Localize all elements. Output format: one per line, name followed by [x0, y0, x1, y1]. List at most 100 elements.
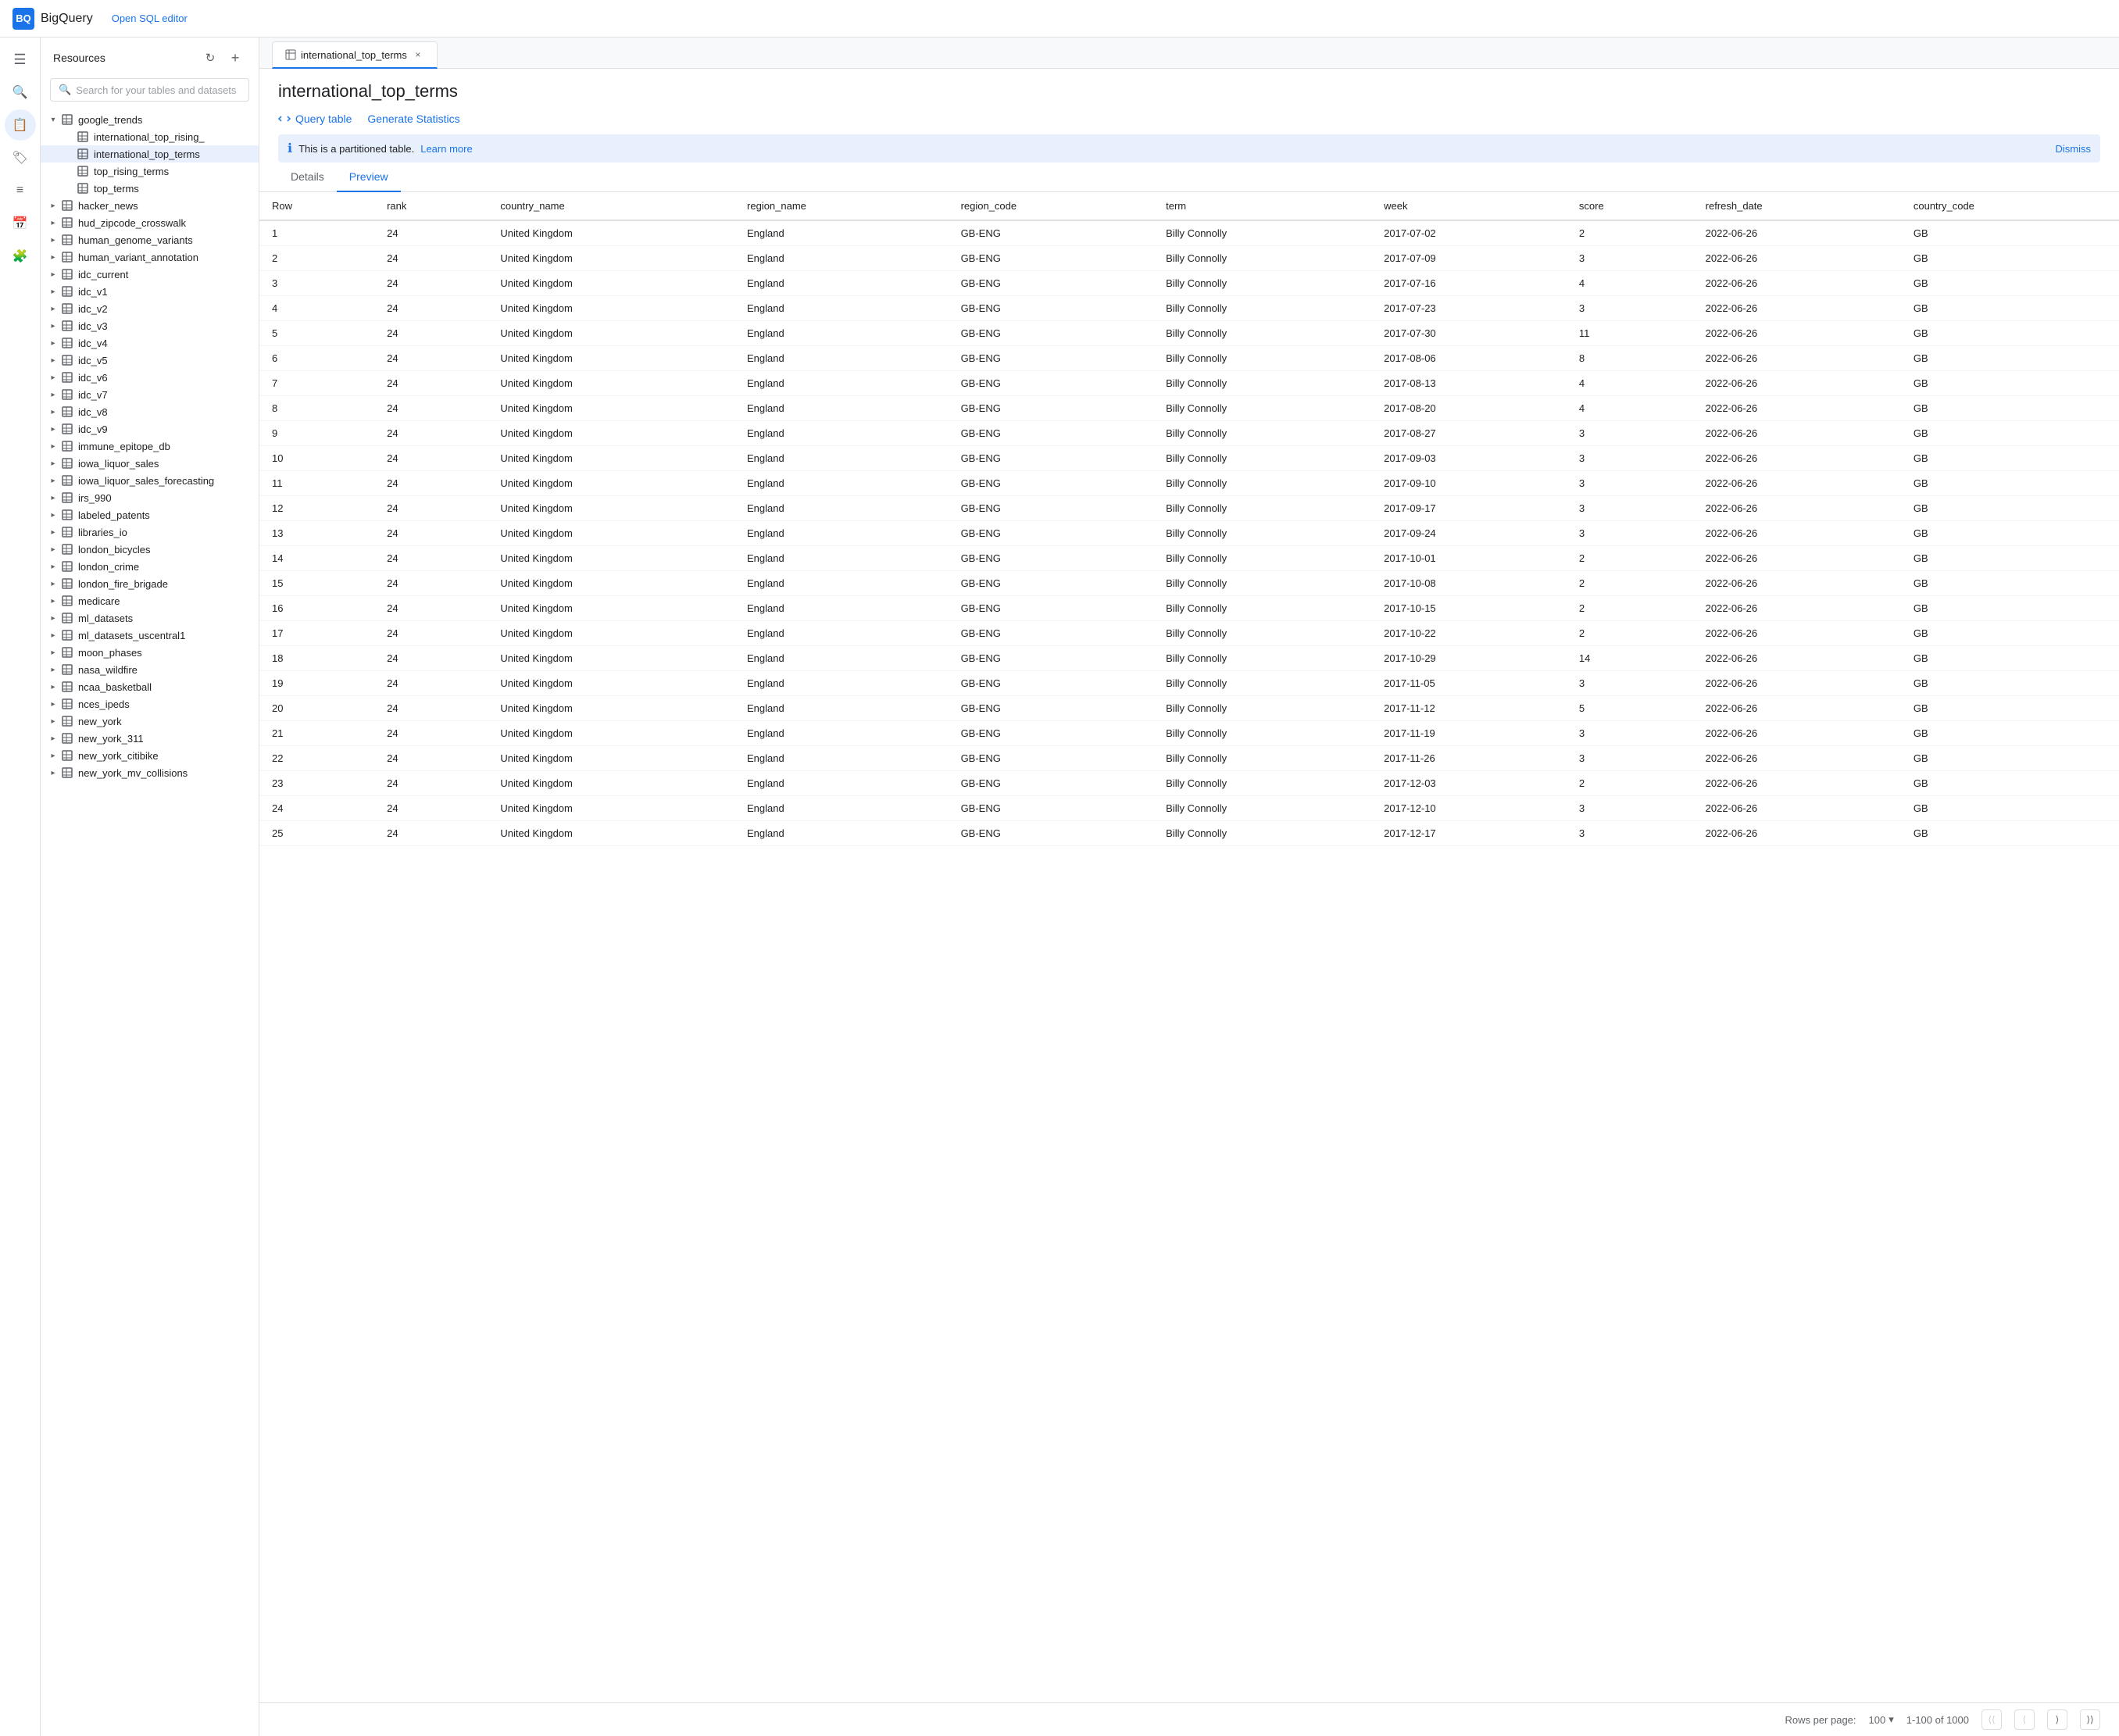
generate-statistics-button[interactable]: Generate Statistics — [367, 113, 459, 125]
tab-preview[interactable]: Preview — [337, 163, 401, 192]
tree-item-new_york_citibike[interactable]: ▸new_york_citibike — [41, 747, 259, 764]
tree-item-immune_epitope_db[interactable]: ▸immune_epitope_db — [41, 438, 259, 455]
cell-region_name: England — [734, 621, 949, 646]
tree-item-medicare[interactable]: ▸medicare — [41, 592, 259, 609]
last-page-button[interactable]: ⟩⟩ — [2080, 1709, 2100, 1730]
tree-item-london_fire_brigade[interactable]: ▸london_fire_brigade — [41, 575, 259, 592]
cell-region_name: England — [734, 696, 949, 721]
tree-item-idc_v7[interactable]: ▸idc_v7 — [41, 386, 259, 403]
tree-item-irs_990[interactable]: ▸irs_990 — [41, 489, 259, 506]
col-header-refresh_date: refresh_date — [1693, 192, 1901, 220]
pin-icon-button[interactable]: 📋 — [5, 109, 36, 141]
label-icon-button[interactable]: 🏷 — [5, 142, 36, 173]
table-row: 824United KingdomEnglandGB-ENGBilly Conn… — [259, 396, 2119, 421]
cell-region_code: GB-ENG — [949, 246, 1154, 271]
tree-item-london_crime[interactable]: ▸london_crime — [41, 558, 259, 575]
tree-item-hud_zipcode_crosswalk[interactable]: ▸hud_zipcode_crosswalk — [41, 214, 259, 231]
tree-item-iowa_liquor_sales_forecasting[interactable]: ▸iowa_liquor_sales_forecasting — [41, 472, 259, 489]
tree-item-hacker_news[interactable]: ▸hacker_news — [41, 197, 259, 214]
tree-item-top_terms[interactable]: top_terms — [41, 180, 259, 197]
cell-country_code: GB — [1901, 646, 2119, 671]
tree-item-new_york_311[interactable]: ▸new_york_311 — [41, 730, 259, 747]
tree-item-iowa_liquor_sales[interactable]: ▸iowa_liquor_sales — [41, 455, 259, 472]
tree-item-labeled_patents[interactable]: ▸labeled_patents — [41, 506, 259, 523]
tab-close-button[interactable]: × — [412, 48, 424, 61]
tree-item-idc_v1[interactable]: ▸idc_v1 — [41, 283, 259, 300]
tree-item-new_york[interactable]: ▸new_york — [41, 713, 259, 730]
cell-region_name: England — [734, 821, 949, 846]
tree-item-idc_v4[interactable]: ▸idc_v4 — [41, 334, 259, 352]
cell-refresh_date: 2022-06-26 — [1693, 596, 1901, 621]
db-icon — [61, 423, 73, 435]
tree-item-ml_datasets_uscentral1[interactable]: ▸ml_datasets_uscentral1 — [41, 627, 259, 644]
next-page-button[interactable]: ⟩ — [2047, 1709, 2067, 1730]
tree-item-top_rising_terms[interactable]: top_rising_terms — [41, 163, 259, 180]
cell-score: 2 — [1567, 771, 1693, 796]
cell-term: Billy Connolly — [1153, 346, 1371, 371]
tree-item-nces_ipeds[interactable]: ▸nces_ipeds — [41, 695, 259, 713]
tree-item-idc_v8[interactable]: ▸idc_v8 — [41, 403, 259, 420]
menu-icon-button[interactable]: ☰ — [5, 44, 36, 75]
search-icon-button[interactable]: 🔍 — [5, 77, 36, 108]
tree-item-human_variant_annotation[interactable]: ▸human_variant_annotation — [41, 248, 259, 266]
rows-per-page-select[interactable]: 100 ▾ — [1869, 1713, 1894, 1726]
query-table-button[interactable]: Query table — [278, 113, 352, 125]
cell-refresh_date: 2022-06-26 — [1693, 396, 1901, 421]
db-icon — [61, 199, 73, 212]
tree-item-label: idc_v3 — [78, 320, 108, 332]
puzzle-icon-button[interactable]: 🧩 — [5, 241, 36, 272]
cell-country_code: GB — [1901, 246, 2119, 271]
tree-item-idc_v3[interactable]: ▸idc_v3 — [41, 317, 259, 334]
cell-refresh_date: 2022-06-26 — [1693, 446, 1901, 471]
tree-item-international_top_terms[interactable]: international_top_terms — [41, 145, 259, 163]
tree-item-label: labeled_patents — [78, 509, 150, 521]
tree-item-international_top_rising[interactable]: international_top_rising_ — [41, 128, 259, 145]
active-tab[interactable]: international_top_terms × — [272, 41, 438, 69]
table-row: 2424United KingdomEnglandGB-ENGBilly Con… — [259, 796, 2119, 821]
table-row: 324United KingdomEnglandGB-ENGBilly Conn… — [259, 271, 2119, 296]
tree-item-nasa_wildfire[interactable]: ▸nasa_wildfire — [41, 661, 259, 678]
table-row: 724United KingdomEnglandGB-ENGBilly Conn… — [259, 371, 2119, 396]
cell-Row: 9 — [259, 421, 374, 446]
tree-item-new_york_mv_collisions[interactable]: ▸new_york_mv_collisions — [41, 764, 259, 781]
tree-item-idc_v6[interactable]: ▸idc_v6 — [41, 369, 259, 386]
table-row: 224United KingdomEnglandGB-ENGBilly Conn… — [259, 246, 2119, 271]
refresh-button[interactable]: ↻ — [199, 47, 221, 69]
tree-item-ml_datasets[interactable]: ▸ml_datasets — [41, 609, 259, 627]
cell-term: Billy Connolly — [1153, 596, 1371, 621]
tree-item-label: hacker_news — [78, 200, 138, 212]
tree-item-label: london_crime — [78, 561, 139, 573]
cell-region_code: GB-ENG — [949, 271, 1154, 296]
tree-item-libraries_io[interactable]: ▸libraries_io — [41, 523, 259, 541]
table-wrapper[interactable]: Rowrankcountry_nameregion_nameregion_cod… — [259, 192, 2119, 1702]
open-sql-editor-button[interactable]: Open SQL editor — [112, 13, 188, 24]
tree-item-idc_v2[interactable]: ▸idc_v2 — [41, 300, 259, 317]
cell-country_name: United Kingdom — [488, 271, 734, 296]
tree-item-moon_phases[interactable]: ▸moon_phases — [41, 644, 259, 661]
tree-item-human_genome_variants[interactable]: ▸human_genome_variants — [41, 231, 259, 248]
cell-country_name: United Kingdom — [488, 821, 734, 846]
cell-region_code: GB-ENG — [949, 771, 1154, 796]
tree-toggle: ▸ — [47, 666, 59, 674]
cell-score: 3 — [1567, 446, 1693, 471]
calendar-icon-button[interactable]: 📅 — [5, 208, 36, 239]
tree-item-idc_current[interactable]: ▸idc_current — [41, 266, 259, 283]
list-icon-button[interactable]: ≡ — [5, 175, 36, 206]
tree-item-idc_v5[interactable]: ▸idc_v5 — [41, 352, 259, 369]
tree-item-google_trends[interactable]: ▾google_trends — [41, 111, 259, 128]
db-icon — [61, 113, 73, 126]
search-box[interactable]: 🔍 Search for your tables and datasets — [50, 78, 249, 102]
tree-item-london_bicycles[interactable]: ▸london_bicycles — [41, 541, 259, 558]
tree-item-ncaa_basketball[interactable]: ▸ncaa_basketball — [41, 678, 259, 695]
add-resource-button[interactable]: + — [224, 47, 246, 69]
tab-details[interactable]: Details — [278, 163, 337, 192]
cell-score: 3 — [1567, 796, 1693, 821]
tree-item-label: human_variant_annotation — [78, 252, 198, 263]
first-page-button[interactable]: ⟨⟨ — [1981, 1709, 2002, 1730]
tree-toggle: ▸ — [47, 236, 59, 245]
tree-item-label: new_york_citibike — [78, 750, 159, 762]
prev-page-button[interactable]: ⟨ — [2014, 1709, 2035, 1730]
dismiss-button[interactable]: Dismiss — [2056, 143, 2092, 155]
learn-more-link[interactable]: Learn more — [420, 143, 472, 155]
tree-item-idc_v9[interactable]: ▸idc_v9 — [41, 420, 259, 438]
